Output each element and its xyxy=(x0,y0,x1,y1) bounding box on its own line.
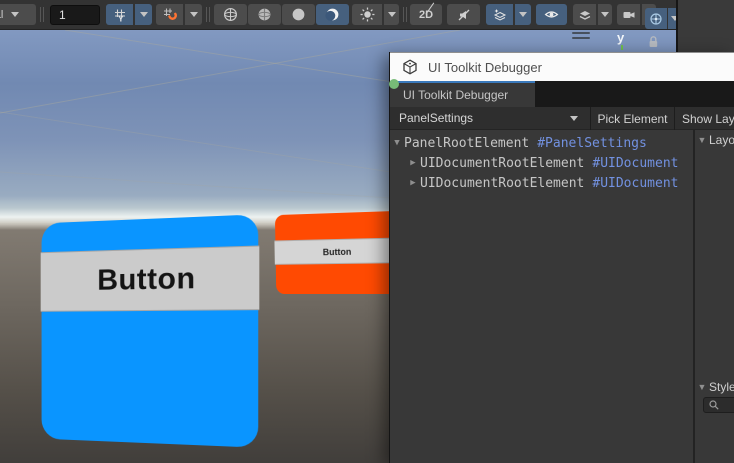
scene-visibility-toggle[interactable] xyxy=(536,4,567,25)
effects-options-dropdown[interactable] xyxy=(515,4,531,25)
snap-toggle[interactable] xyxy=(156,4,183,25)
sun-icon xyxy=(360,7,375,22)
chevron-down-icon xyxy=(388,12,396,17)
element-tree: ▼ PanelRootElement #PanelSettings ▶ UIDo… xyxy=(390,130,693,463)
show-layout-label: Show Layout xyxy=(682,112,734,126)
tree-row-panel-root[interactable]: ▼ PanelRootElement #PanelSettings xyxy=(390,133,693,153)
toolbar-separator xyxy=(590,107,591,130)
camera-icon xyxy=(622,8,636,22)
element-type: PanelRootElement xyxy=(404,136,529,151)
scene-view-toolbar: al 1 Y xyxy=(0,0,676,30)
scene-gizmo-y-axis-label[interactable]: y xyxy=(617,30,624,45)
scene-effects-icon xyxy=(493,8,507,22)
expander-icon: ▼ xyxy=(695,135,709,145)
grid-size-value: 1 xyxy=(59,8,66,22)
snap-options-dropdown[interactable] xyxy=(185,4,202,25)
pick-element-label: Pick Element xyxy=(597,112,667,126)
pick-element-button[interactable]: Pick Element xyxy=(592,107,673,130)
lock-icon[interactable] xyxy=(647,35,660,49)
grid-visibility-toggle[interactable]: Y xyxy=(106,4,133,25)
chevron-down-icon xyxy=(190,12,198,17)
scene-ui-button-blue-label[interactable]: Button xyxy=(41,245,260,311)
scene-audio-toggle[interactable] xyxy=(447,4,480,25)
scene-gizmo-y-axis-line xyxy=(621,45,623,50)
wireframe-sphere-icon xyxy=(223,7,238,22)
lit-sphere-icon xyxy=(325,7,340,22)
expander-icon[interactable]: ▼ xyxy=(390,138,404,148)
tab-label: UI Toolkit Debugger xyxy=(403,88,508,102)
chevron-down-icon xyxy=(11,12,19,17)
grid-options-dropdown[interactable] xyxy=(135,4,152,25)
solid-sphere-icon xyxy=(291,7,306,22)
expander-icon: ▼ xyxy=(695,382,709,392)
panel-select-value: PanelSettings xyxy=(399,111,473,125)
docked-panel-corner xyxy=(676,0,734,52)
toolbar-separator xyxy=(403,7,404,22)
show-layout-toggle[interactable]: Show Layout xyxy=(676,107,734,130)
unity-editor: Button Button y al 1 xyxy=(0,0,734,463)
gizmos-toggle[interactable] xyxy=(645,8,667,29)
svg-text:Y: Y xyxy=(118,13,124,22)
snap-magnet-icon xyxy=(162,7,177,22)
handle-orientation-dropdown[interactable]: al xyxy=(0,4,36,25)
element-id: #UIDocument xyxy=(592,156,678,171)
2d-mode-toggle[interactable]: 2D xyxy=(410,4,442,25)
lighting-options-dropdown[interactable] xyxy=(384,4,399,25)
shading-unlit-button[interactable] xyxy=(282,4,315,25)
chevron-down-icon xyxy=(601,12,609,17)
stacked-layers-icon xyxy=(578,8,592,22)
chevron-down-icon xyxy=(519,12,527,17)
scene-effects-toggle[interactable] xyxy=(486,4,513,25)
gizmo-sphere-icon xyxy=(649,12,663,26)
overlay-drag-handle-icon[interactable] xyxy=(572,32,590,40)
debug-draw-options-dropdown[interactable] xyxy=(598,4,612,25)
search-icon xyxy=(708,399,720,411)
styles-search-input[interactable] xyxy=(703,397,734,413)
expander-icon[interactable]: ▶ xyxy=(406,178,420,188)
element-type: UIDocumentRootElement xyxy=(420,156,584,171)
details-pane: ▼ Layout ▼ Styles xyxy=(695,130,734,463)
toolbar-separator xyxy=(206,7,207,22)
debugger-title-bar[interactable]: UI Toolkit Debugger xyxy=(390,52,734,81)
layout-header-label: Layout xyxy=(709,133,734,147)
toolbar-separator xyxy=(40,7,41,22)
shaded-wireframe-sphere-icon xyxy=(257,7,272,22)
grid-y-icon: Y xyxy=(113,8,127,22)
debugger-tab-strip: UI Toolkit Debugger xyxy=(390,81,734,107)
debugger-toolbar: PanelSettings Pick Element Show Layout xyxy=(390,107,734,130)
eye-icon xyxy=(544,7,559,22)
layout-section-header[interactable]: ▼ Layout xyxy=(695,133,734,147)
debugger-body: ▼ PanelRootElement #PanelSettings ▶ UIDo… xyxy=(390,130,734,463)
element-id: #PanelSettings xyxy=(537,136,647,151)
expander-icon[interactable]: ▶ xyxy=(406,158,420,168)
shading-shaded-button[interactable] xyxy=(316,4,349,25)
scene-lighting-toggle[interactable] xyxy=(352,4,382,25)
tree-row-uidocument-1[interactable]: ▶ UIDocumentRootElement #UIDocument xyxy=(390,153,693,173)
element-type: UIDocumentRootElement xyxy=(420,176,584,191)
scene-ui-button-orange[interactable]: Button xyxy=(275,211,403,294)
ui-toolkit-debugger-window: UI Toolkit Debugger UI Toolkit Debugger … xyxy=(389,52,734,463)
styles-header-label: Styles xyxy=(709,380,734,394)
tab-ui-toolkit-debugger[interactable]: UI Toolkit Debugger xyxy=(390,81,535,107)
tree-row-uidocument-2[interactable]: ▶ UIDocumentRootElement #UIDocument xyxy=(390,173,693,193)
handle-orientation-label: al xyxy=(0,9,3,21)
scene-ui-button-blue[interactable]: Button xyxy=(42,214,259,448)
shading-shaded-wireframe-button[interactable] xyxy=(248,4,281,25)
chevron-down-icon xyxy=(140,12,148,17)
muted-speaker-icon xyxy=(457,8,471,22)
scene-debug-draw-toggle[interactable] xyxy=(573,4,596,25)
styles-section-header[interactable]: ▼ Styles xyxy=(695,380,734,394)
element-id: #UIDocument xyxy=(592,176,678,191)
scene-camera-button[interactable] xyxy=(617,4,640,25)
window-title: UI Toolkit Debugger xyxy=(428,60,542,75)
scene-ui-button-orange-label[interactable]: Button xyxy=(274,237,403,264)
toolbar-separator xyxy=(674,107,675,130)
grid-size-field[interactable]: 1 xyxy=(50,5,100,25)
shading-wireframe-button[interactable] xyxy=(214,4,247,25)
attached-debugger-indicator xyxy=(389,79,399,89)
chevron-down-icon xyxy=(570,116,578,121)
panel-select-dropdown[interactable]: PanelSettings xyxy=(390,107,590,130)
ui-toolkit-package-icon xyxy=(402,59,418,75)
